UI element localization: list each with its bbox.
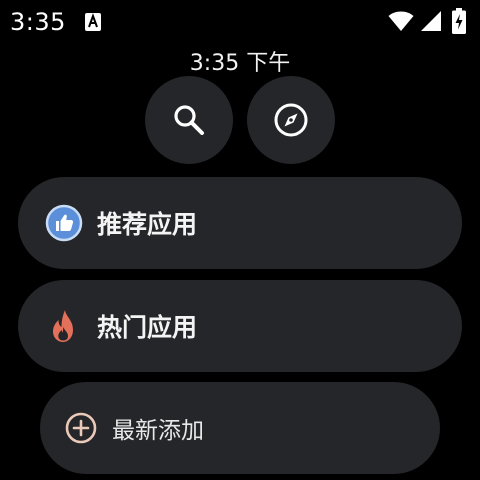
hot-apps-button[interactable]: 热门应用: [18, 280, 462, 372]
thumbs-up-icon: [45, 204, 83, 242]
compass-icon: [274, 103, 308, 137]
recommended-apps-label: 推荐应用: [97, 210, 198, 239]
status-time: 3:35: [10, 8, 66, 36]
search-icon: [174, 105, 204, 135]
clock-time: 3:35 下午: [189, 51, 291, 76]
flame-icon: [45, 307, 83, 345]
signal-icon: [421, 11, 441, 31]
newest-apps-button[interactable]: 最新添加: [40, 382, 440, 474]
add-circle-icon: [64, 411, 98, 445]
watch-app-launcher: 3:35 3:35 下午 推荐应用 热门应用 最新添加: [0, 0, 480, 480]
status-bar: 3:35: [0, 0, 480, 44]
recommended-apps-button[interactable]: 推荐应用: [18, 177, 462, 269]
battery-charging-icon: [452, 8, 466, 34]
wifi-icon: [388, 11, 414, 31]
a-box-icon: [85, 13, 101, 31]
search-button[interactable]: [145, 76, 233, 164]
newest-apps-label: 最新添加: [112, 418, 204, 444]
discover-button[interactable]: [247, 76, 335, 164]
hot-apps-label: 热门应用: [97, 313, 198, 342]
